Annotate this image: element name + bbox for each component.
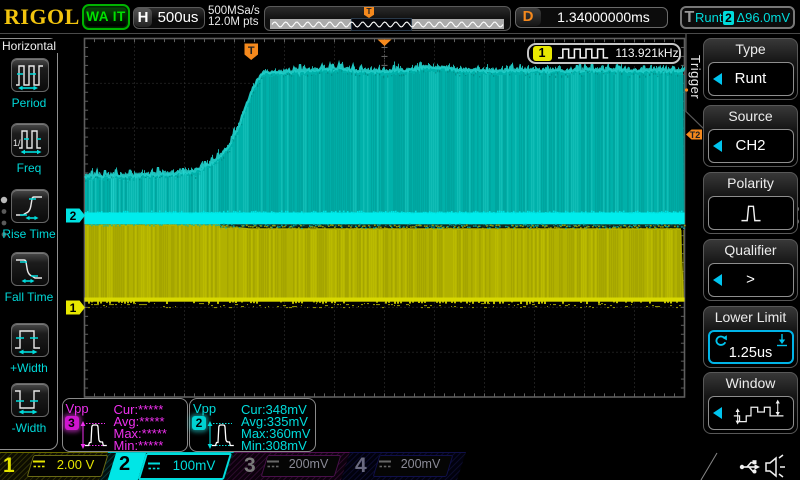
svg-text:1/: 1/ (13, 138, 21, 148)
svg-text:2: 2 (70, 209, 77, 223)
svg-text:T: T (248, 45, 255, 57)
svg-text:T2: T2 (690, 130, 701, 140)
svg-text:1: 1 (70, 301, 77, 315)
